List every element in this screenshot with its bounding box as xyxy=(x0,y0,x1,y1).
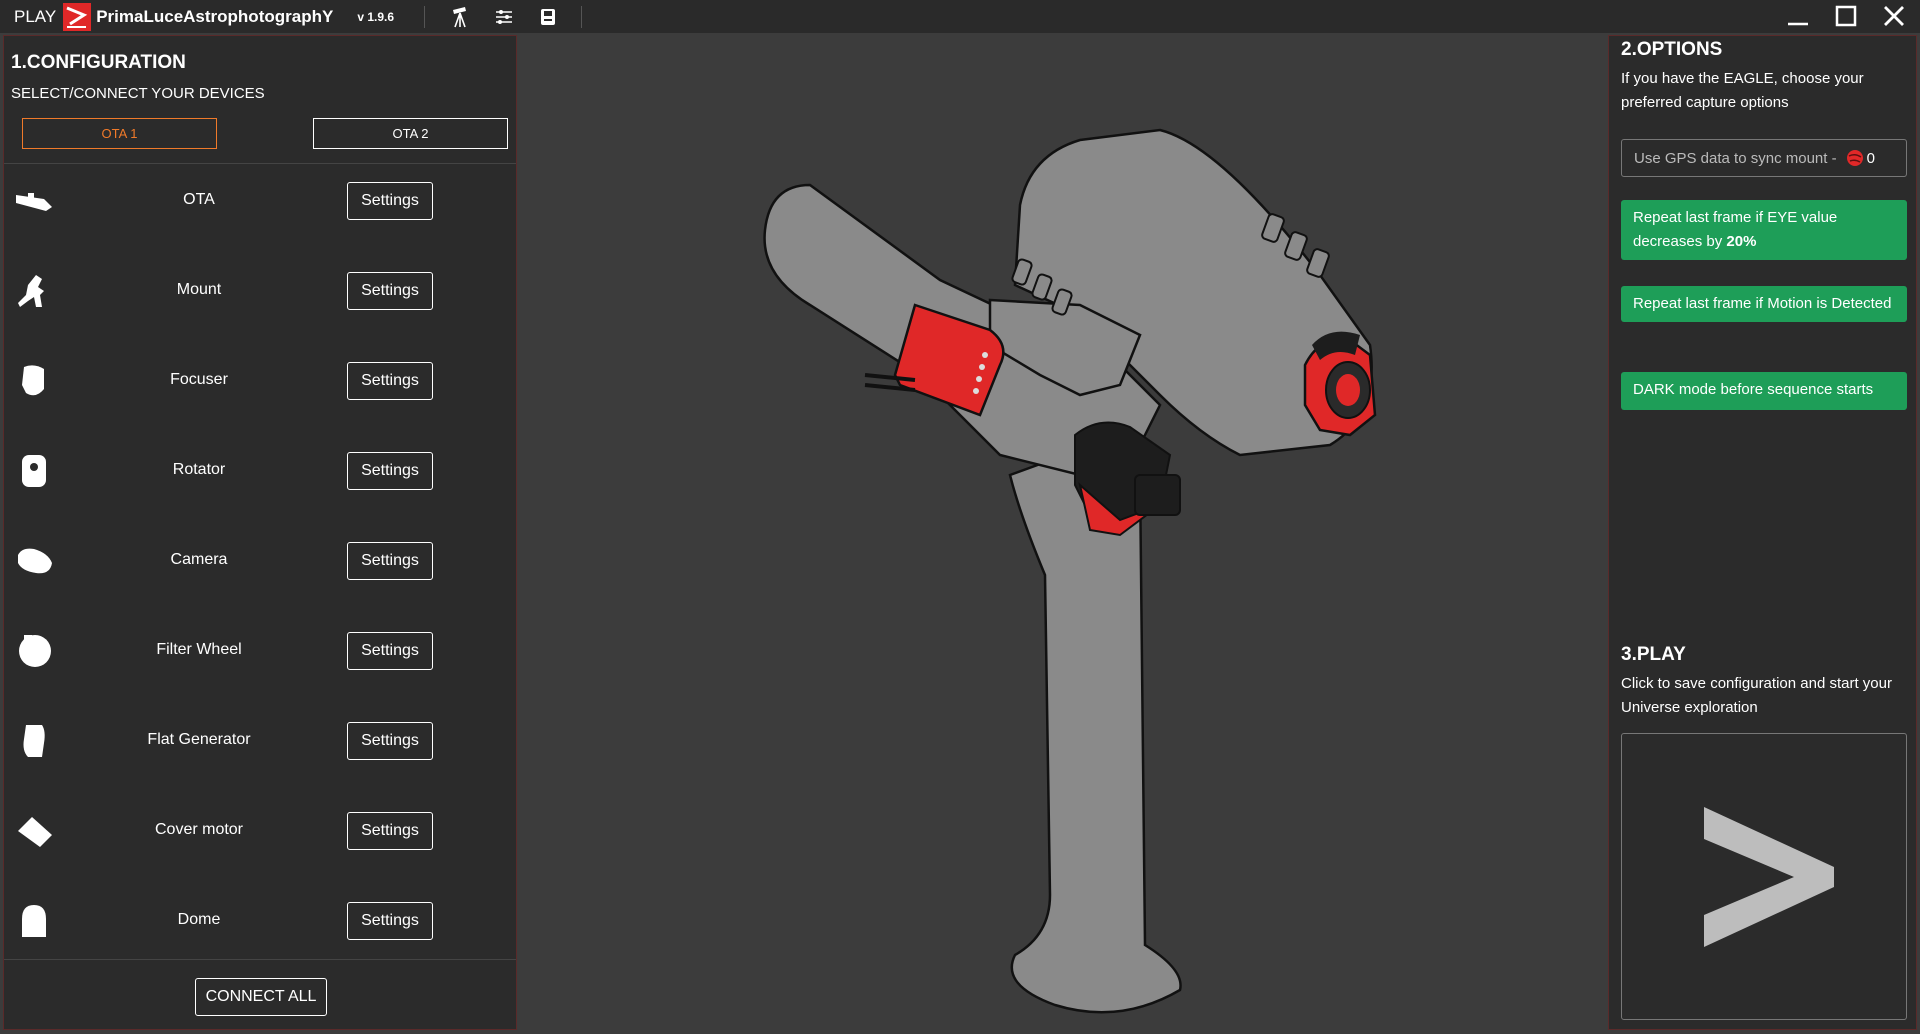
filter-wheel-settings-button[interactable]: Settings xyxy=(347,632,433,670)
rotator-settings-button[interactable]: Settings xyxy=(347,452,433,490)
telescope-icon xyxy=(16,193,52,211)
cover-motor-icon xyxy=(18,817,52,847)
version-label: v 1.9.6 xyxy=(357,9,395,24)
telescope-toolbar-icon[interactable] xyxy=(449,6,471,28)
focuser-icon xyxy=(22,365,44,396)
device-row-rotator: Rotator Settings xyxy=(4,441,516,501)
device-row-flat-generator: Flat Generator Settings xyxy=(4,711,516,771)
play-subtitle: Click to save configuration and start yo… xyxy=(1621,675,1892,716)
device-row-cover-motor: Cover motor Settings xyxy=(4,801,516,861)
flat-generator-settings-button[interactable]: Settings xyxy=(347,722,433,760)
options-title: 2.OPTIONS xyxy=(1621,39,1723,60)
repeat-eye-button[interactable]: Repeat last frame if EYE value decreases… xyxy=(1621,200,1907,260)
device-label: Dome xyxy=(177,911,221,928)
device-label: Rotator xyxy=(172,461,226,478)
app-play-label: PLAY xyxy=(14,6,57,26)
cover-motor-settings-button[interactable]: Settings xyxy=(347,812,433,850)
device-row-focuser: Focuser Settings xyxy=(4,351,516,411)
toolbar-divider xyxy=(581,5,583,28)
sliders-icon[interactable] xyxy=(493,6,515,28)
device-row-camera: Camera Settings xyxy=(4,531,516,591)
flat-generator-icon xyxy=(23,725,45,757)
play-arrow-icon xyxy=(1704,806,1834,947)
focuser-settings-button[interactable]: Settings xyxy=(347,362,433,400)
divider xyxy=(4,959,516,960)
device-label: Flat Generator xyxy=(147,731,251,748)
configuration-panel: 1.CONFIGURATION SELECT/CONNECT YOUR DEVI… xyxy=(3,35,517,1030)
filter-wheel-icon xyxy=(19,635,51,667)
device-label: OTA xyxy=(183,191,215,208)
mount-settings-button[interactable]: Settings xyxy=(347,272,433,310)
save-disk-icon[interactable] xyxy=(537,6,559,28)
tab-ota-1[interactable]: OTA 1 xyxy=(22,118,217,149)
telescope-3d-view[interactable] xyxy=(520,35,1595,1030)
rotator-icon xyxy=(22,455,46,487)
camera-settings-button[interactable]: Settings xyxy=(347,542,433,580)
ota-settings-button[interactable]: Settings xyxy=(347,182,433,220)
title-bar: PLAY PrimaLuceAstrophotographY v 1.9.6 xyxy=(0,0,1920,33)
tab-ota-2[interactable]: OTA 2 xyxy=(313,118,508,149)
device-label: Mount xyxy=(176,281,222,298)
options-subtitle: If you have the EAGLE, choose your prefe… xyxy=(1621,70,1864,111)
mount-icon xyxy=(18,275,44,307)
play-title: 3.PLAY xyxy=(1621,644,1686,665)
device-row-ota: OTA Settings xyxy=(4,171,516,231)
device-row-dome: Dome Settings xyxy=(4,891,516,951)
gps-sync-label: Use GPS data to sync mount - xyxy=(1634,149,1837,167)
device-label: Filter Wheel xyxy=(156,641,242,658)
configuration-title: 1.CONFIGURATION xyxy=(11,52,186,73)
gps-count: 0 xyxy=(1866,149,1875,167)
play-start-button[interactable] xyxy=(1621,733,1907,1020)
configuration-subtitle: SELECT/CONNECT YOUR DEVICES xyxy=(11,85,265,102)
brand-name: PrimaLuceAstrophotographY xyxy=(96,6,334,26)
connect-all-button[interactable]: CONNECT ALL xyxy=(195,978,327,1016)
gps-sync-field[interactable]: Use GPS data to sync mount - 0 xyxy=(1621,139,1907,177)
minimize-icon[interactable] xyxy=(1784,3,1812,29)
device-label: Focuser xyxy=(170,371,228,388)
telescope-rig-illustration xyxy=(763,128,1377,1014)
dark-mode-button[interactable]: DARK mode before sequence starts xyxy=(1621,372,1907,410)
dome-settings-button[interactable]: Settings xyxy=(347,902,433,940)
device-label: Camera xyxy=(170,551,228,568)
repeat-motion-button[interactable]: Repeat last frame if Motion is Detected xyxy=(1621,286,1907,322)
device-label: Cover motor xyxy=(154,821,244,838)
device-row-filter-wheel: Filter Wheel Settings xyxy=(4,621,516,681)
divider xyxy=(4,163,516,164)
gps-globe-icon xyxy=(1846,150,1863,166)
options-panel: 2.OPTIONS If you have the EAGLE, choose … xyxy=(1608,35,1917,1030)
maximize-icon[interactable] xyxy=(1832,3,1860,29)
app-window: PLAY PrimaLuceAstrophotographY v 1.9.6 1… xyxy=(0,0,1920,1034)
primaluce-logo-icon xyxy=(63,2,92,31)
device-row-mount: Mount Settings xyxy=(4,261,516,321)
camera-icon xyxy=(18,548,52,574)
toolbar-divider xyxy=(424,5,426,28)
repeat-eye-value: 20% xyxy=(1726,233,1757,250)
close-icon[interactable] xyxy=(1880,3,1908,29)
dome-icon xyxy=(22,905,46,937)
